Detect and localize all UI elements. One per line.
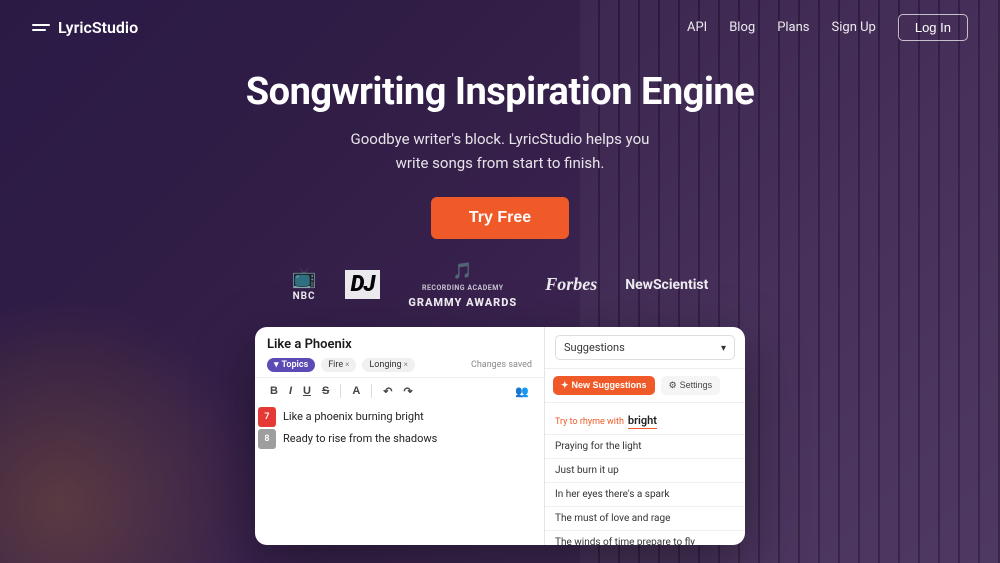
suggestion-item[interactable]: Praying for the light [545, 435, 745, 459]
nav-link-blog[interactable]: Blog [729, 20, 755, 35]
rhyme-word: bright [628, 414, 657, 429]
line-number-8: 8 [258, 429, 276, 449]
document-title: Like a Phoenix [267, 337, 532, 352]
suggestions-dropdown-label: Suggestions [564, 341, 625, 354]
line-1-text: Like a phoenix burning bright [279, 407, 544, 427]
forbes-label: Forbes [545, 274, 597, 295]
line-numbers: 7 8 [255, 405, 279, 545]
tag-fire[interactable]: Fire × [321, 358, 356, 372]
nav-links: API Blog Plans Sign Up Log In [687, 14, 968, 41]
strikethrough-button[interactable]: S [319, 383, 332, 399]
undo-button[interactable]: ↶ [380, 383, 395, 400]
hero-subtext: Goodbye writer's block. LyricStudio help… [351, 127, 650, 175]
collaborators-button[interactable]: 👥 [512, 383, 532, 400]
nbc-logo: 📺 NBC [292, 267, 317, 302]
suggestion-item[interactable]: The winds of time prepare to fly [545, 531, 745, 545]
editor-toolbar: B I U S A ↶ ↷ 👥 [255, 377, 544, 405]
dj-logo: DJ [345, 270, 381, 299]
grammy-icon: 🎵 [453, 261, 473, 280]
suggestion-item[interactable]: Just burn it up [545, 459, 745, 483]
remove-fire-icon[interactable]: × [345, 360, 349, 369]
gear-icon: ⚙ [669, 380, 677, 391]
nav-link-signup[interactable]: Sign Up [832, 20, 876, 35]
navigation: LyricStudio API Blog Plans Sign Up Log I… [0, 0, 1000, 55]
new-scientist-logo: NewScientist [625, 277, 708, 293]
sparkle-icon: ✦ [561, 380, 569, 391]
chevron-down-icon [721, 341, 726, 354]
logo: LyricStudio [32, 18, 138, 37]
grammy-title: GRAMMY AWARDS [408, 296, 517, 309]
nbc-peacock-icon: 📺 [292, 267, 317, 287]
editor-header: Like a Phoenix ▾ Topics Fire × Longing ×… [255, 327, 544, 372]
rhyme-label: Try to rhyme with [555, 417, 624, 427]
app-mockup: Like a Phoenix ▾ Topics Fire × Longing ×… [255, 327, 745, 545]
suggestion-list: Praying for the light Just burn it up In… [545, 435, 745, 545]
lines-text[interactable]: Like a phoenix burning bright Ready to r… [279, 405, 544, 545]
toolbar-separator [340, 384, 341, 398]
editor-lines: 7 8 Like a phoenix burning bright Ready … [255, 405, 544, 545]
suggestions-header-bar: Suggestions [545, 327, 745, 369]
bold-button[interactable]: B [267, 383, 281, 399]
hero-section: Songwriting Inspiration Engine Goodbye w… [246, 71, 754, 239]
nbc-label: NBC [293, 291, 316, 302]
line-2-text: Ready to rise from the shadows [279, 429, 544, 449]
login-button[interactable]: Log In [898, 14, 968, 41]
remove-longing-icon[interactable]: × [404, 360, 408, 369]
suggestions-actions: ✦ New Suggestions ⚙ Settings [545, 369, 745, 403]
save-status: Changes saved [471, 360, 532, 370]
nav-link-plans[interactable]: Plans [777, 20, 809, 35]
suggestions-dropdown[interactable]: Suggestions [555, 335, 735, 360]
grammy-logo: 🎵 RECORDING ACADEMY GRAMMY AWARDS [408, 261, 517, 309]
line-number-7: 7 [258, 407, 276, 427]
suggestions-pane: Suggestions ✦ New Suggestions ⚙ Settings… [545, 327, 745, 545]
hero-headline: Songwriting Inspiration Engine [246, 71, 754, 115]
tag-longing[interactable]: Longing × [362, 358, 415, 372]
settings-button[interactable]: ⚙ Settings [661, 376, 721, 395]
redo-button[interactable]: ↷ [400, 383, 415, 400]
grammy-sub: RECORDING ACADEMY [422, 284, 504, 292]
editor-pane: Like a Phoenix ▾ Topics Fire × Longing ×… [255, 327, 545, 545]
rhyme-section: Try to rhyme with bright [545, 403, 745, 435]
font-color-button[interactable]: A [349, 383, 363, 399]
italic-button[interactable]: I [286, 383, 295, 399]
suggestion-item[interactable]: In her eyes there's a spark [545, 483, 745, 507]
logo-icon [32, 24, 50, 31]
topics-button[interactable]: ▾ Topics [267, 358, 315, 372]
dj-label: DJ [345, 270, 381, 299]
new-scientist-label: NewScientist [625, 277, 708, 293]
press-logos: 📺 NBC DJ 🎵 RECORDING ACADEMY GRAMMY AWAR… [292, 261, 709, 309]
logo-text: LyricStudio [58, 18, 138, 37]
try-free-button[interactable]: Try Free [431, 197, 569, 239]
chevron-down-icon: ▾ [274, 360, 279, 370]
suggestion-item[interactable]: The must of love and rage [545, 507, 745, 531]
new-suggestions-button[interactable]: ✦ New Suggestions [553, 376, 655, 395]
underline-button[interactable]: U [300, 383, 314, 399]
forbes-logo: Forbes [545, 274, 597, 295]
toolbar-separator-2 [371, 384, 372, 398]
tags-row: ▾ Topics Fire × Longing × Changes saved [267, 358, 532, 372]
nav-link-api[interactable]: API [687, 20, 707, 35]
